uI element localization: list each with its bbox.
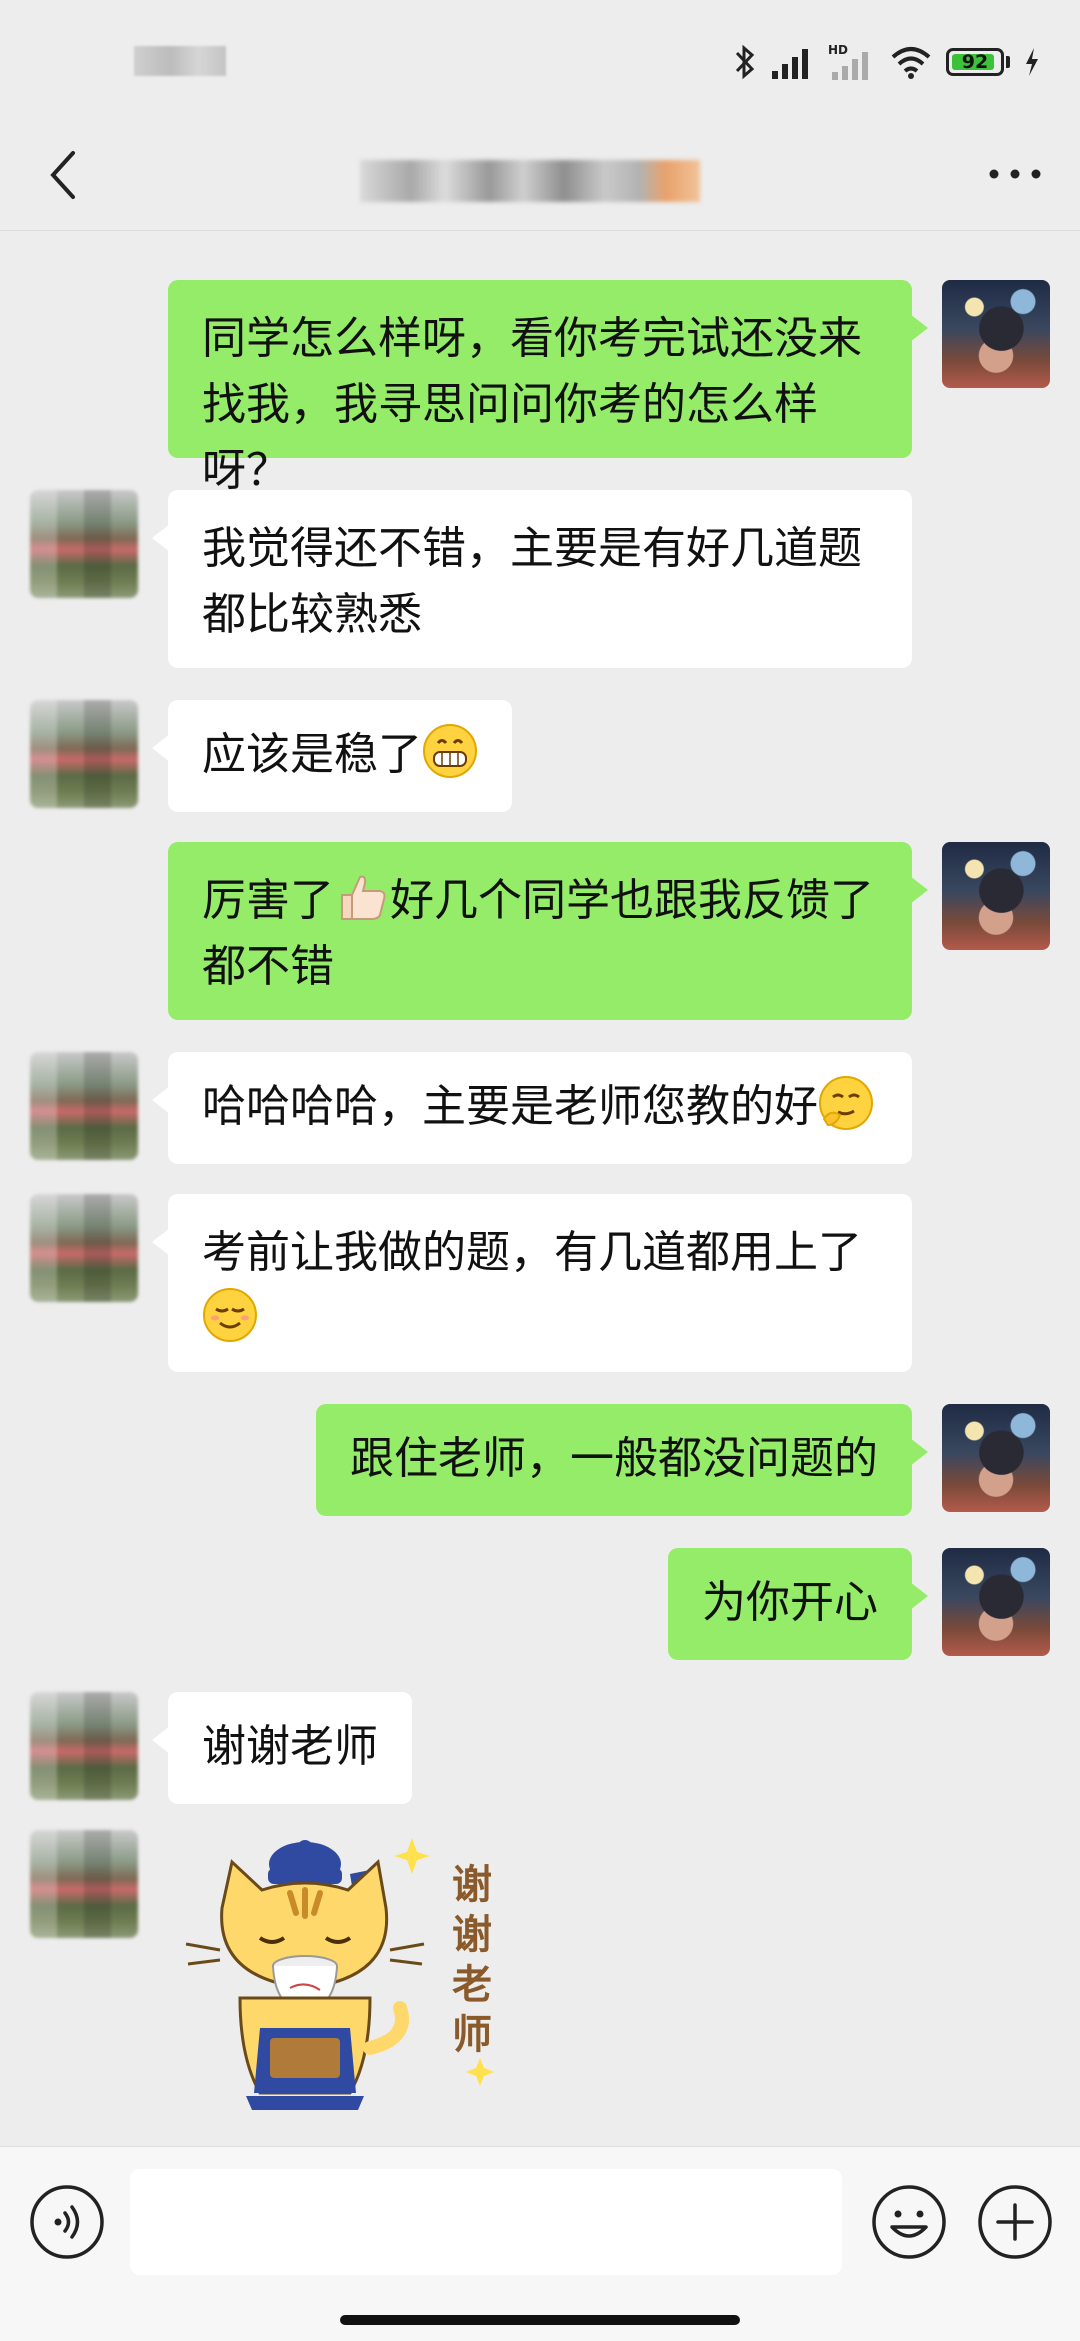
- shy-emoji-icon: [819, 1076, 873, 1130]
- message-bubble-sent[interactable]: 跟住老师，一般都没问题的: [316, 1404, 928, 1516]
- contact-avatar[interactable]: [30, 1052, 138, 1160]
- smiley-icon: [872, 2185, 946, 2259]
- more-actions-button[interactable]: [976, 2183, 1054, 2261]
- signal-icon: [772, 49, 808, 79]
- input-bar: [0, 2146, 1080, 2341]
- contact-avatar[interactable]: [30, 700, 138, 808]
- contact-avatar[interactable]: [30, 490, 138, 598]
- charging-icon: [1026, 48, 1038, 76]
- thumbs-up-emoji-icon: [341, 875, 386, 920]
- chat-title-blurred: [360, 160, 700, 202]
- my-avatar[interactable]: [942, 1404, 1050, 1512]
- status-time-blurred: [134, 46, 226, 76]
- message-text-part: 厉害了: [202, 875, 334, 926]
- message-bubble-sent[interactable]: 同学怎么样呀，看你考完试还没来找我，我寻思问问你考的怎么样呀？: [168, 280, 928, 496]
- svg-text:HD: HD: [828, 43, 848, 57]
- message-bubble-received[interactable]: 哈哈哈哈，主要是老师您教的好: [152, 1052, 912, 1164]
- message-bubble-received[interactable]: 我觉得还不错，主要是有好几道题都比较熟悉: [152, 490, 912, 668]
- grin-emoji-icon: [423, 724, 477, 778]
- status-bar: HD 92: [0, 0, 1080, 120]
- voice-input-button[interactable]: [28, 2183, 106, 2261]
- signal-hd-icon: HD: [828, 43, 868, 80]
- message-bubble-received[interactable]: 谢谢老师: [152, 1692, 412, 1804]
- more-options-button[interactable]: [980, 144, 1050, 204]
- contact-avatar[interactable]: [30, 1830, 138, 1938]
- my-avatar[interactable]: [942, 280, 1050, 388]
- message-text: 谢谢老师: [202, 1721, 378, 1772]
- bluetooth-icon: [735, 44, 755, 80]
- message-bubble-sent[interactable]: 为你开心: [668, 1548, 928, 1660]
- contact-avatar[interactable]: [30, 1194, 138, 1302]
- message-text: 为你开心: [702, 1577, 878, 1628]
- message-bubble-received[interactable]: 应该是稳了: [152, 700, 512, 812]
- wifi-icon: [891, 47, 931, 79]
- message-bubble-received[interactable]: 考前让我做的题，有几道都用上了: [152, 1194, 912, 1372]
- back-button[interactable]: [28, 140, 98, 210]
- emoji-picker-button[interactable]: [870, 2183, 948, 2261]
- message-bubble-sent[interactable]: 厉害了 好几个同学也跟我反馈了都不错: [168, 842, 928, 1020]
- more-dots-icon: [989, 169, 1041, 179]
- smirk-emoji-icon: [203, 1288, 257, 1342]
- voice-icon: [30, 2185, 104, 2259]
- message-input[interactable]: [130, 2169, 842, 2275]
- message-text: 跟住老师，一般都没问题的: [350, 1433, 878, 1484]
- my-avatar[interactable]: [942, 1548, 1050, 1656]
- battery-indicator: 92: [946, 48, 1004, 76]
- message-text: 应该是稳了: [202, 729, 422, 780]
- battery-tip: [1006, 56, 1010, 68]
- plus-icon: [978, 2185, 1052, 2259]
- chevron-left-icon: [50, 151, 75, 199]
- message-text: 我觉得还不错，主要是有好几道题都比较熟悉: [202, 523, 862, 640]
- status-icons: HD 92: [734, 40, 1040, 84]
- battery-level: 92: [961, 51, 989, 73]
- message-text: 同学怎么样呀，看你考完试还没来找我，我寻思问问你考的怎么样呀？: [202, 313, 862, 496]
- chat-header: [0, 120, 1080, 231]
- sticker-text: 谢谢老师: [452, 1861, 492, 2058]
- home-indicator[interactable]: [340, 2315, 740, 2325]
- contact-avatar[interactable]: [30, 1692, 138, 1800]
- message-text: 考前让我做的题，有几道都用上了: [202, 1227, 862, 1278]
- my-avatar[interactable]: [942, 842, 1050, 950]
- message-text: 哈哈哈哈，主要是老师您教的好: [202, 1081, 818, 1132]
